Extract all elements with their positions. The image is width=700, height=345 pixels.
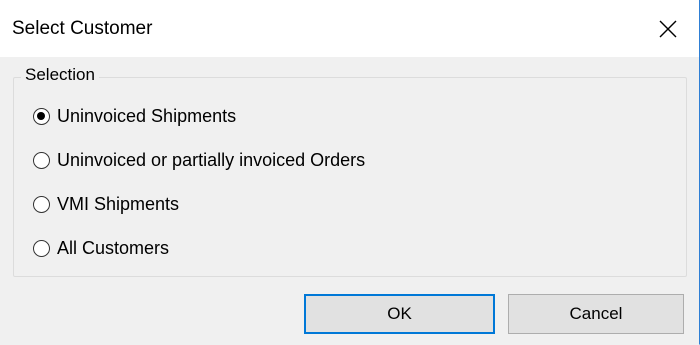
radio-label: Uninvoiced or partially invoiced Orders bbox=[57, 149, 366, 170]
cancel-button[interactable]: Cancel bbox=[508, 294, 684, 334]
window-title: Select Customer bbox=[12, 18, 153, 39]
dialog-body: Uninvoiced Shipments Uninvoiced or parti… bbox=[0, 57, 699, 344]
close-icon bbox=[659, 20, 677, 38]
radio-label: All Customers bbox=[57, 237, 170, 258]
title-bar: Select Customer bbox=[0, 0, 699, 57]
selection-groupbox: Uninvoiced Shipments Uninvoiced or parti… bbox=[13, 77, 687, 277]
ok-button[interactable]: OK bbox=[304, 294, 495, 334]
radio-all-customers[interactable]: All Customers bbox=[33, 235, 169, 261]
radio-uninvoiced-shipments[interactable]: Uninvoiced Shipments bbox=[33, 103, 236, 129]
close-button[interactable] bbox=[647, 0, 699, 57]
radio-button[interactable] bbox=[33, 239, 50, 257]
radio-label: Uninvoiced Shipments bbox=[57, 105, 237, 126]
radio-uninvoiced-or-partially-invoiced-orders[interactable]: Uninvoiced or partially invoiced Orders bbox=[33, 147, 365, 173]
radio-label: VMI Shipments bbox=[57, 193, 180, 214]
select-customer-dialog: Select Customer Uninvoiced Shipments Uni… bbox=[0, 0, 700, 345]
radio-button-checked[interactable] bbox=[33, 107, 50, 125]
selection-group-label: Selection bbox=[21, 65, 99, 85]
radio-vmi-shipments[interactable]: VMI Shipments bbox=[33, 191, 179, 217]
radio-button[interactable] bbox=[33, 151, 50, 169]
radio-button[interactable] bbox=[33, 195, 50, 213]
